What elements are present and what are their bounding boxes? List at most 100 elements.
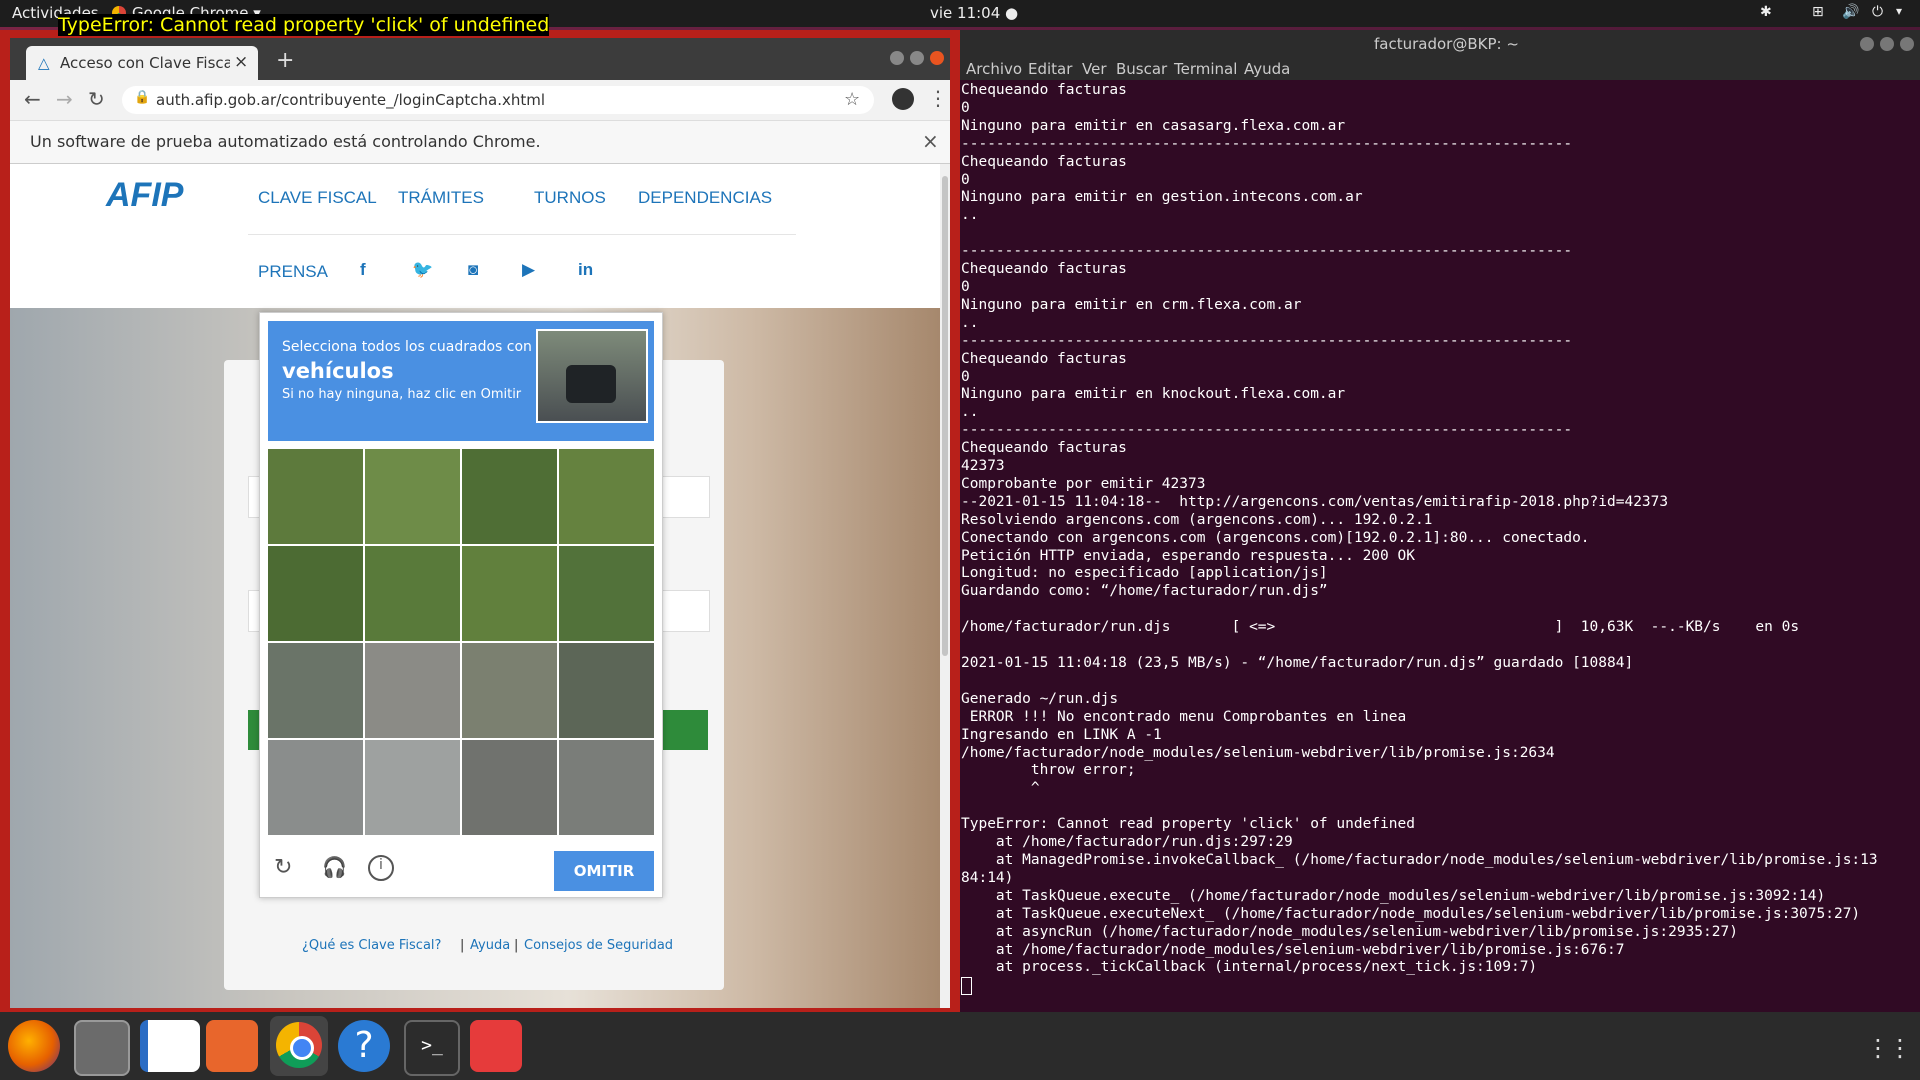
menu-archivo[interactable]: Archivo bbox=[966, 60, 1022, 78]
terminal-line: at asyncRun (/home/facturador/node_modul… bbox=[961, 923, 1738, 940]
captcha-tile[interactable] bbox=[365, 740, 460, 835]
chrome-icon-highlight[interactable] bbox=[270, 1016, 328, 1076]
terminal-line: Ingresando en LINK A -1 bbox=[961, 726, 1162, 743]
reload-captcha-icon[interactable]: ↻ bbox=[274, 855, 292, 880]
page-scrollbar[interactable] bbox=[940, 164, 950, 1008]
facebook-icon[interactable]: f bbox=[360, 260, 366, 280]
address-bar[interactable]: 🔒 auth.afip.gob.ar/contribuyente_/loginC… bbox=[122, 86, 874, 114]
terminal-title: facturador@BKP: ~ bbox=[1374, 35, 1519, 53]
software-center-icon[interactable] bbox=[206, 1020, 258, 1072]
menu-editar[interactable]: Editar bbox=[1028, 60, 1072, 78]
terminal-line: ERROR !!! No encontrado menu Comprobante… bbox=[961, 708, 1407, 725]
minimize-icon[interactable] bbox=[890, 51, 904, 65]
bookmark-star-icon[interactable]: ☆ bbox=[844, 89, 860, 110]
nav-dependencias[interactable]: DEPENDENCIAS bbox=[638, 188, 772, 208]
captcha-tile[interactable] bbox=[268, 740, 363, 835]
captcha-tile[interactable] bbox=[365, 449, 460, 544]
maximize-icon[interactable] bbox=[1880, 37, 1894, 51]
back-icon[interactable]: ← bbox=[24, 87, 41, 111]
headphones-icon[interactable]: 🎧 bbox=[322, 855, 347, 879]
close-tab-icon[interactable]: × bbox=[234, 52, 248, 72]
youtube-icon[interactable]: ▶ bbox=[522, 260, 535, 280]
menu-buscar[interactable]: Buscar bbox=[1116, 60, 1167, 78]
menu-ver[interactable]: Ver bbox=[1082, 60, 1107, 78]
terminal-line: ----------------------------------------… bbox=[961, 332, 1573, 349]
afip-favicon-icon: △ bbox=[38, 54, 50, 72]
terminal-window: facturador@BKP: ~ Archivo Editar Ver Bus… bbox=[960, 30, 1920, 1012]
browser-tab[interactable]: △ Acceso con Clave Fiscal - A × bbox=[26, 46, 258, 80]
link-que-es-clave-fiscal[interactable]: ¿Qué es Clave Fiscal? bbox=[302, 938, 441, 953]
instagram-icon[interactable]: ◙ bbox=[468, 260, 478, 280]
terminal-line: 0 bbox=[961, 99, 970, 116]
link-consejos[interactable]: Consejos de Seguridad bbox=[524, 938, 673, 953]
captcha-tile[interactable] bbox=[268, 643, 363, 738]
terminal-line: at ManagedPromise.invokeCallback_ (/home… bbox=[961, 851, 1878, 868]
bluetooth-icon[interactable]: ✱ bbox=[1760, 4, 1772, 20]
terminal-line: Chequeando facturas bbox=[961, 261, 1127, 278]
linkedin-icon[interactable]: in bbox=[578, 260, 593, 280]
captcha-tile[interactable] bbox=[268, 449, 363, 544]
info-icon[interactable]: i bbox=[368, 855, 394, 881]
link-separator: | bbox=[514, 938, 519, 953]
close-window-icon[interactable] bbox=[930, 51, 944, 65]
nav-divider bbox=[248, 234, 796, 235]
network-icon[interactable]: ⊞ bbox=[1812, 4, 1824, 20]
infobar-close-icon[interactable]: × bbox=[922, 129, 939, 153]
captcha-tile[interactable] bbox=[559, 740, 654, 835]
maximize-icon[interactable] bbox=[910, 51, 924, 65]
volume-icon[interactable]: 🔊 bbox=[1842, 4, 1859, 20]
captcha-tile[interactable] bbox=[462, 643, 557, 738]
captcha-instruction: Selecciona todos los cuadrados con bbox=[282, 339, 532, 355]
chevron-down-icon[interactable]: ▾ bbox=[1896, 4, 1902, 18]
terminal-line: at process._tickCallback (internal/proce… bbox=[961, 959, 1538, 976]
close-window-icon[interactable] bbox=[1900, 37, 1914, 51]
menu-ayuda[interactable]: Ayuda bbox=[1244, 60, 1290, 78]
captcha-tile[interactable] bbox=[559, 449, 654, 544]
profile-icon[interactable] bbox=[892, 88, 914, 110]
firefox-icon[interactable] bbox=[8, 1020, 60, 1072]
terminal-line: 0 bbox=[961, 368, 970, 385]
captcha-tile[interactable] bbox=[462, 546, 557, 641]
nav-turnos[interactable]: TURNOS bbox=[534, 188, 606, 208]
menu-terminal[interactable]: Terminal bbox=[1174, 60, 1237, 78]
sample-car-shape bbox=[566, 365, 616, 403]
terminal-line: 0 bbox=[961, 171, 970, 188]
clock[interactable]: vie 11:04 ● bbox=[930, 4, 1018, 22]
skip-button[interactable]: OMITIR bbox=[554, 851, 654, 891]
new-tab-icon[interactable]: + bbox=[276, 48, 294, 73]
terminal-line: ^ bbox=[961, 780, 1040, 797]
afip-logo[interactable]: AFIP bbox=[106, 176, 183, 215]
files-icon[interactable] bbox=[74, 1020, 130, 1076]
twitter-icon[interactable]: 🐦 bbox=[412, 260, 433, 280]
captcha-tile[interactable] bbox=[462, 449, 557, 544]
captcha-tile[interactable] bbox=[268, 546, 363, 641]
writer-icon[interactable] bbox=[140, 1020, 200, 1072]
help-icon[interactable]: ? bbox=[338, 1020, 390, 1072]
captcha-tile[interactable] bbox=[559, 546, 654, 641]
captcha-tile[interactable] bbox=[559, 643, 654, 738]
nav-clave-fiscal[interactable]: CLAVE FISCAL bbox=[258, 188, 377, 208]
link-separator: | bbox=[460, 938, 465, 953]
link-ayuda[interactable]: Ayuda bbox=[470, 938, 510, 953]
captcha-tile[interactable] bbox=[365, 546, 460, 641]
terminal-line: .. bbox=[961, 404, 979, 421]
terminal-line: ----------------------------------------… bbox=[961, 135, 1573, 152]
nav-prensa[interactable]: PRENSA bbox=[258, 262, 328, 282]
terminal-output[interactable]: Chequeando facturas 0 Ninguno para emitir … bbox=[960, 82, 1919, 1012]
scrollbar-thumb[interactable] bbox=[942, 176, 948, 656]
reload-icon[interactable]: ↻ bbox=[88, 87, 105, 111]
automation-infobar: Un software de prueba automatizado está … bbox=[10, 121, 950, 164]
app-grid-icon[interactable]: ⋮⋮⋮ bbox=[1866, 1034, 1920, 1062]
captcha-tile[interactable] bbox=[462, 740, 557, 835]
nav-tramites[interactable]: TRÁMITES bbox=[398, 188, 484, 208]
terminal-line: 84:14) bbox=[961, 869, 1014, 886]
minimize-icon[interactable] bbox=[1860, 37, 1874, 51]
terminal-icon[interactable]: >_ bbox=[404, 1020, 460, 1076]
captcha-tile[interactable] bbox=[365, 643, 460, 738]
menu-kebab-icon[interactable]: ⋮ bbox=[928, 86, 948, 110]
anydesk-icon[interactable] bbox=[470, 1020, 522, 1072]
forward-icon[interactable]: → bbox=[56, 87, 73, 111]
terminal-line: Ninguno para emitir en knockout.flexa.co… bbox=[961, 386, 1346, 403]
power-icon[interactable]: ⏻ bbox=[1872, 4, 1883, 20]
